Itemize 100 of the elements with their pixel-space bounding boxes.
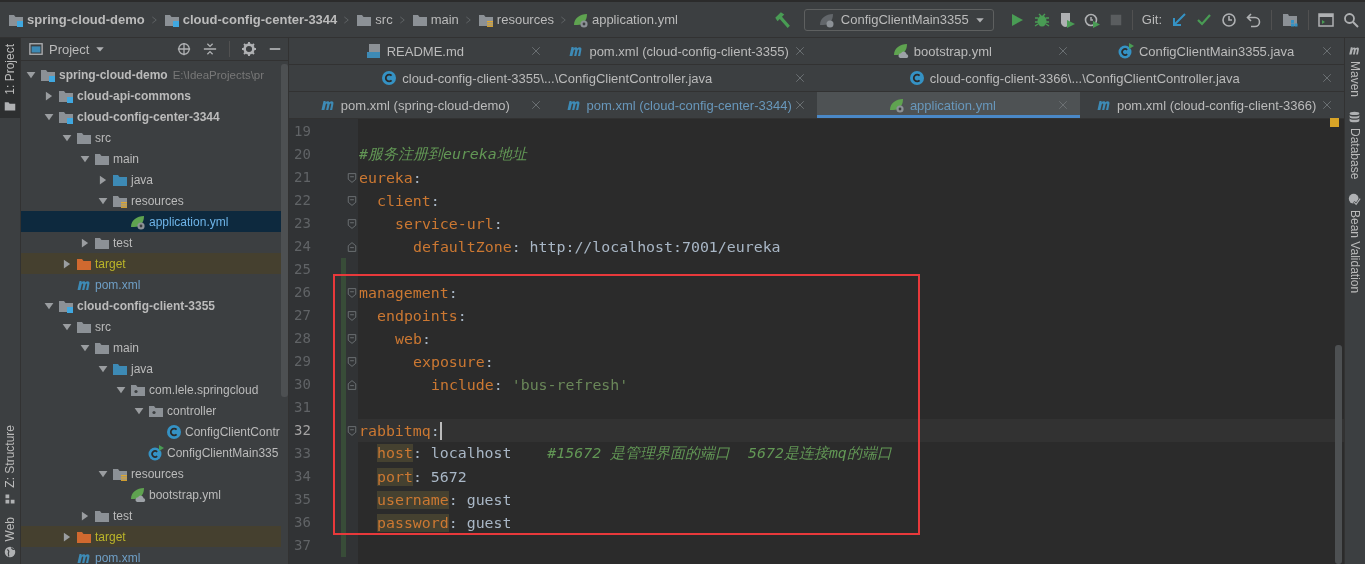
breadcrumb-item[interactable]: spring-cloud-demo: [8, 11, 145, 28]
expanded-arrow-icon[interactable]: [80, 153, 90, 164]
collapsed-arrow-icon[interactable]: [62, 258, 72, 269]
editor-tab[interactable]: pom.xml (spring-cloud-demo): [289, 92, 553, 118]
scrollbar-thumb[interactable]: [281, 64, 288, 397]
editor-tab[interactable]: ConfigClientMain3355.java: [1080, 38, 1344, 64]
tool-window-tab[interactable]: Maven: [1345, 44, 1364, 98]
settings-icon[interactable]: [242, 42, 256, 56]
collapsed-arrow-icon[interactable]: [44, 90, 54, 101]
fold-icon[interactable]: [347, 241, 357, 252]
fold-icon[interactable]: [347, 287, 357, 298]
tree-item[interactable]: test: [21, 232, 281, 253]
editor-tab[interactable]: bootstrap.yml: [816, 38, 1081, 64]
fold-icon[interactable]: [347, 379, 357, 390]
tree-item[interactable]: application.yml: [21, 211, 281, 232]
revert-icon[interactable]: [1246, 11, 1262, 28]
editor-tab[interactable]: cloud-config-client-3355\...\ConfigClientController.java: [289, 65, 817, 91]
expanded-arrow-icon[interactable]: [80, 342, 90, 353]
tree-item[interactable]: main: [21, 148, 281, 169]
tool-window-tab[interactable]: Database: [1345, 111, 1364, 180]
tree-item[interactable]: cloud-config-client-3355: [21, 295, 281, 316]
collapsed-arrow-icon[interactable]: [98, 174, 108, 185]
breadcrumb-item[interactable]: resources: [477, 11, 554, 28]
warning-marker[interactable]: [1330, 118, 1339, 127]
close-icon[interactable]: [1322, 73, 1332, 83]
fold-icon[interactable]: [347, 333, 357, 344]
fold-icon[interactable]: [347, 356, 357, 367]
editor-tab[interactable]: pom.xml (cloud-config-client-3355): [552, 38, 817, 64]
tree-item[interactable]: target: [21, 253, 281, 274]
stop-icon[interactable]: [1108, 12, 1123, 27]
tree-item[interactable]: java: [21, 169, 281, 190]
collapsed-arrow-icon[interactable]: [62, 531, 72, 542]
tree-item[interactable]: pom.xml: [21, 274, 281, 295]
expanded-arrow-icon[interactable]: [26, 69, 36, 80]
expanded-arrow-icon[interactable]: [134, 405, 144, 416]
expanded-arrow-icon[interactable]: [98, 195, 108, 206]
fold-icon[interactable]: [347, 195, 357, 206]
change-marker[interactable]: [341, 258, 346, 281]
close-icon[interactable]: [530, 100, 541, 110]
change-marker[interactable]: [341, 534, 346, 557]
tree-item[interactable]: target: [21, 526, 281, 547]
terminal-icon[interactable]: [1318, 11, 1334, 28]
fold-icon[interactable]: [347, 218, 357, 229]
tree-item[interactable]: cloud-api-commons: [21, 85, 281, 106]
expanded-arrow-icon[interactable]: [98, 468, 108, 479]
breadcrumb-item[interactable]: cloud-config-center-3344: [163, 11, 338, 28]
expanded-arrow-icon[interactable]: [98, 363, 108, 374]
editor-tab[interactable]: cloud-config-client-3366\...\ConfigClientController.java: [816, 65, 1344, 91]
tool-window-tab[interactable]: 1: Project: [0, 38, 20, 118]
close-icon[interactable]: [794, 46, 805, 56]
tree-item[interactable]: bootstrap.yml: [21, 484, 281, 505]
debug-icon[interactable]: [1033, 11, 1050, 28]
breadcrumb-item[interactable]: main: [411, 11, 459, 28]
scrollbar-thumb[interactable]: [1335, 345, 1342, 564]
editor-tab[interactable]: pom.xml (cloud-config-client-3366): [1080, 92, 1344, 118]
update-icon[interactable]: [1171, 11, 1187, 28]
locate-icon[interactable]: [177, 42, 191, 56]
tool-window-tab[interactable]: Bean Validation: [1345, 193, 1364, 294]
tree-item[interactable]: main: [21, 337, 281, 358]
collapsed-arrow-icon[interactable]: [80, 510, 90, 521]
breadcrumb-item[interactable]: application.yml: [572, 11, 678, 28]
expanded-arrow-icon[interactable]: [44, 300, 54, 311]
tree-item[interactable]: cloud-config-center-3344: [21, 106, 281, 127]
tree-item[interactable]: ConfigClientMain335: [21, 442, 281, 463]
editor-tab[interactable]: README.md: [289, 38, 553, 64]
tree-item[interactable]: resources: [21, 190, 281, 211]
expanded-arrow-icon[interactable]: [62, 321, 72, 332]
close-icon[interactable]: [530, 46, 541, 56]
tool-window-tab[interactable]: Z: Structure: [0, 418, 20, 511]
tree-item[interactable]: test: [21, 505, 281, 526]
tree-item[interactable]: src: [21, 127, 281, 148]
tree-item[interactable]: resources: [21, 463, 281, 484]
expanded-arrow-icon[interactable]: [44, 111, 54, 122]
search-icon[interactable]: [1343, 11, 1359, 28]
run-configuration-dropdown[interactable]: ConfigClientMain3355: [803, 8, 994, 31]
close-icon[interactable]: [1322, 46, 1332, 56]
collapse-all-icon[interactable]: [203, 42, 217, 56]
view-dropdown[interactable]: Project: [29, 41, 106, 57]
tree-item[interactable]: java: [21, 358, 281, 379]
close-icon[interactable]: [1058, 46, 1069, 56]
profiler-icon[interactable]: [1083, 11, 1100, 28]
close-icon[interactable]: [1058, 100, 1069, 110]
tree-item[interactable]: controller: [21, 400, 281, 421]
tool-window-tab[interactable]: Web: [0, 510, 20, 564]
close-icon[interactable]: [1322, 100, 1332, 110]
tree-item[interactable]: src: [21, 316, 281, 337]
expanded-arrow-icon[interactable]: [62, 132, 72, 143]
project-structure-icon[interactable]: [1281, 11, 1299, 28]
fold-icon[interactable]: [347, 172, 357, 183]
editor-tab[interactable]: pom.xml (cloud-config-center-3344): [552, 92, 817, 118]
coverage-icon[interactable]: [1058, 11, 1075, 28]
tree-item[interactable]: ConfigClientContr: [21, 421, 281, 442]
change-marker[interactable]: [341, 511, 346, 534]
fold-icon[interactable]: [347, 425, 357, 436]
history-icon[interactable]: [1221, 11, 1237, 28]
tree-item[interactable]: spring-cloud-demo E:\IdeaProjects\pr: [21, 64, 281, 85]
close-icon[interactable]: [794, 100, 805, 110]
tree-item[interactable]: com.lele.springcloud: [21, 379, 281, 400]
fold-icon[interactable]: [347, 310, 357, 321]
tree-item[interactable]: pom.xml: [21, 547, 281, 564]
